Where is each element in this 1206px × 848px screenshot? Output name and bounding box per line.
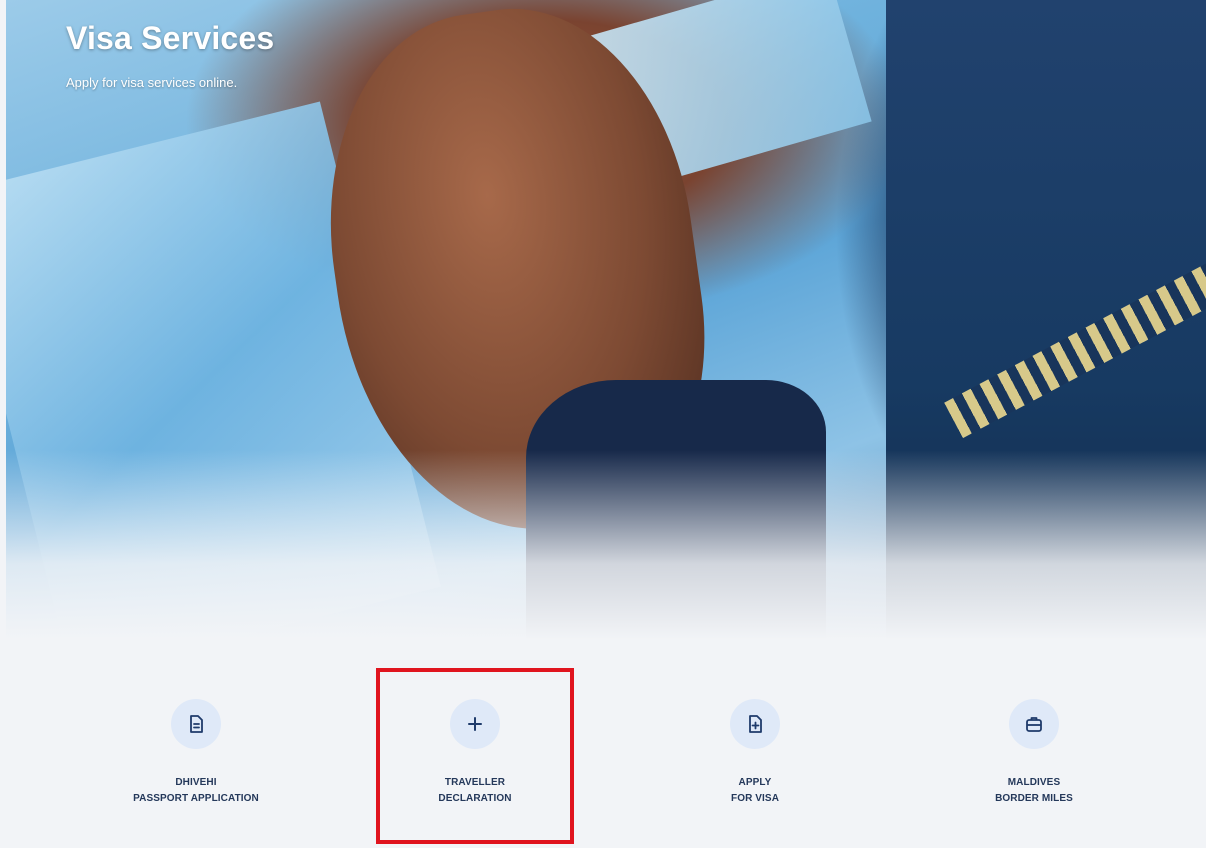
service-label-line2: FOR VISA xyxy=(730,793,780,804)
service-label-line2: DECLARATION xyxy=(438,793,512,804)
service-label-line1: MALDIVES xyxy=(1007,777,1061,788)
service-label[interactable]: TRAVELLER DECLARATION xyxy=(345,775,605,807)
briefcase-icon[interactable] xyxy=(1009,699,1059,749)
service-apply-for-visa[interactable]: APPLY FOR VISA xyxy=(625,670,885,807)
hero-text: Visa Services Apply for visa services on… xyxy=(66,20,274,90)
plus-icon[interactable] xyxy=(450,699,500,749)
service-label-line1: DHIVEHI xyxy=(175,777,217,788)
service-label[interactable]: DHIVEHI PASSPORT APPLICATION xyxy=(66,775,326,807)
document-plus-icon[interactable] xyxy=(730,699,780,749)
service-label-line2: BORDER MILES xyxy=(995,793,1073,804)
hero-banner: Visa Services Apply for visa services on… xyxy=(6,0,1206,640)
service-label[interactable]: MALDIVES BORDER MILES xyxy=(904,775,1164,807)
service-label-line1: TRAVELLER xyxy=(444,777,506,788)
hero-fade-overlay xyxy=(6,450,1206,640)
document-icon[interactable] xyxy=(171,699,221,749)
page-title: Visa Services xyxy=(66,20,275,56)
service-label-line1: APPLY xyxy=(738,777,772,788)
page-subtitle: Apply for visa services online. xyxy=(66,75,238,90)
service-label[interactable]: APPLY FOR VISA xyxy=(625,775,885,807)
service-label-line2: PASSPORT APPLICATION xyxy=(133,793,259,804)
service-traveller-declaration[interactable]: TRAVELLER DECLARATION xyxy=(345,670,605,807)
services-list: DHIVEHI PASSPORT APPLICATION TRAVELLER D… xyxy=(0,670,1206,830)
service-dhivehi-passport-application[interactable]: DHIVEHI PASSPORT APPLICATION xyxy=(66,670,326,807)
service-maldives-border-miles[interactable]: MALDIVES BORDER MILES xyxy=(904,670,1164,807)
